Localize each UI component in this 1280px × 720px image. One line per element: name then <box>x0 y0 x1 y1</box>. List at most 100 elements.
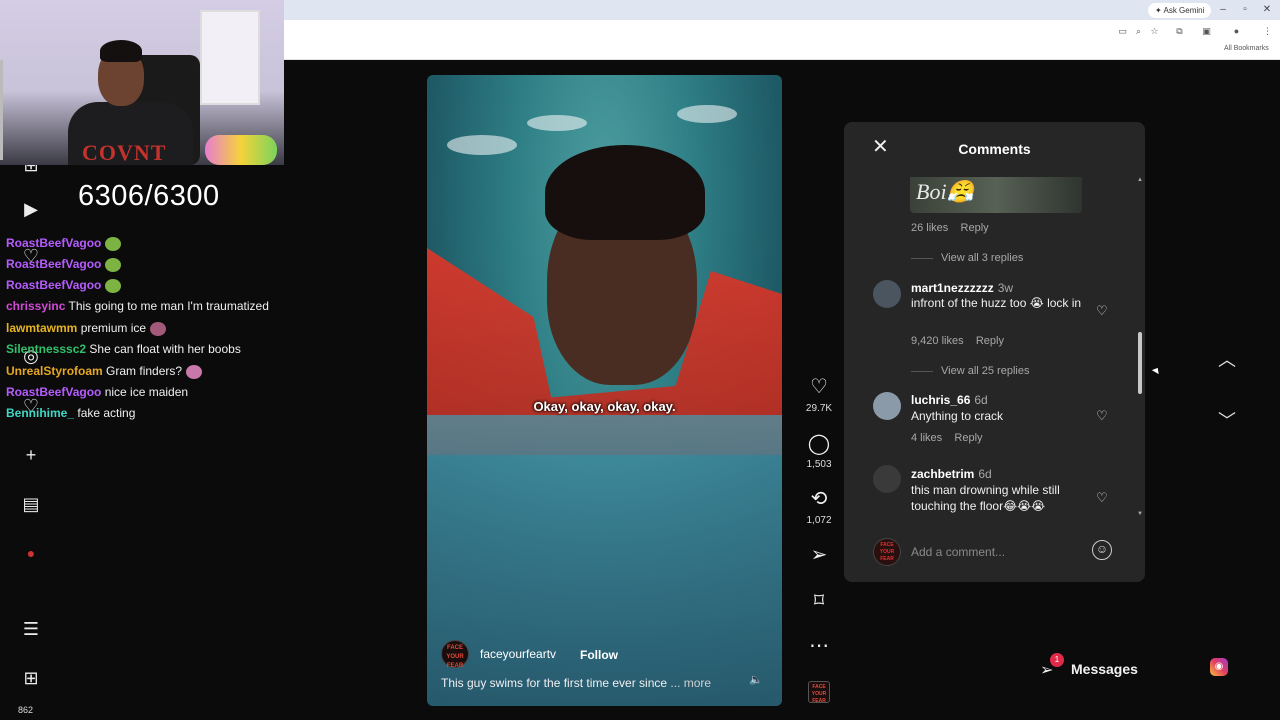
comment-time: 6d <box>974 393 988 407</box>
repost-icon[interactable]: ⟲ <box>806 486 832 512</box>
more-options-icon[interactable]: ⋯ <box>806 633 832 659</box>
kebab-menu-icon[interactable]: ⋮ <box>1262 26 1273 37</box>
zoom-icon[interactable]: ⌕ <box>1133 26 1144 37</box>
previous-reel-chevron-up-icon[interactable]: ︿ <box>1214 347 1240 373</box>
reel-video[interactable]: Okay, okay, okay, okay. FACE YOUR FEAR f… <box>427 75 782 706</box>
comment-like-icon[interactable]: ♡ <box>1096 303 1108 319</box>
chat-username[interactable]: Silentnesssc2 <box>6 342 86 356</box>
comment-meta: 9,420 likes Reply <box>911 335 1004 347</box>
create-icon[interactable]: + <box>20 444 42 466</box>
comment-likes: 4 likes <box>911 432 943 444</box>
comment-username[interactable]: mart1nezzzzzz 3w <box>911 281 1013 295</box>
follow-button[interactable]: Follow <box>580 648 618 662</box>
extensions-icon[interactable]: ⧉ <box>1174 26 1185 37</box>
tab-search-icon[interactable]: ▣ <box>1201 26 1212 37</box>
messages-button[interactable]: ➢ 1 Messages ◉ <box>1034 650 1240 688</box>
profile-avatar-icon[interactable]: ● <box>1231 26 1242 37</box>
minimize-icon[interactable]: – <box>1216 3 1230 17</box>
creator-avatar[interactable]: FACE YOUR FEAR <box>441 640 469 669</box>
comment-icon[interactable]: ◯ <box>806 431 832 457</box>
scroll-down-arrow-icon[interactable]: ▼ <box>1137 511 1143 517</box>
chat-username[interactable]: UnrealStyrofoam <box>6 364 103 378</box>
avatar[interactable] <box>873 465 901 493</box>
webcam-shelf <box>0 60 40 160</box>
comment-time: 6d <box>978 467 992 481</box>
scroll-up-arrow-icon[interactable]: ▲ <box>1137 177 1143 183</box>
more-link[interactable]: ... more <box>670 676 711 690</box>
chat-username[interactable]: RoastBeefVagoo <box>6 236 101 250</box>
avatar[interactable] <box>873 280 901 308</box>
webcam-pillow <box>205 135 277 165</box>
also-from-meta-icon[interactable]: ⊞ <box>20 667 42 689</box>
water-ripple <box>447 135 517 155</box>
webcam-shirt-print: COVNT <box>82 140 167 165</box>
repost-count: 1,072 <box>806 515 832 526</box>
comments-scrollbar[interactable] <box>1138 332 1142 394</box>
view-replies-label: View all 25 replies <box>941 365 1030 377</box>
reels-icon[interactable]: ▶ <box>20 198 42 220</box>
water-ripple <box>527 115 587 131</box>
chat-text: fake acting <box>77 406 136 420</box>
chat-text: She can float with her boobs <box>89 342 241 356</box>
reply-button[interactable]: Reply <box>976 335 1004 347</box>
comment-meta: 4 likes Reply <box>911 432 983 444</box>
reply-button[interactable]: Reply <box>954 432 982 444</box>
video-caption[interactable]: This guy swims for the first time ever s… <box>441 676 711 690</box>
comment-username[interactable]: zachbetrim 6d <box>911 467 992 481</box>
chat-username[interactable]: lawmtawmm <box>6 321 77 335</box>
goal-counter: 6306/6300 <box>78 180 220 212</box>
emoji-icon[interactable]: ☺ <box>1092 540 1112 560</box>
view-replies-label: View all 3 replies <box>941 252 1024 264</box>
save-icon[interactable]: ⌑ <box>806 588 832 614</box>
chat-message: chrissyinc This going to me man I'm trau… <box>6 297 269 315</box>
chat-username[interactable]: chrissyinc <box>6 299 65 313</box>
view-replies-button[interactable]: View all 3 replies <box>911 252 1023 264</box>
replies-divider <box>911 257 933 259</box>
screen-share-icon[interactable]: ▭ <box>1117 26 1128 37</box>
chat-message: Bennihime_ fake acting <box>6 404 135 422</box>
creator-username[interactable]: faceyourfeartv <box>480 647 556 661</box>
comment-text: Anything to crack <box>911 409 1004 423</box>
comment-likes: 26 likes <box>911 222 949 234</box>
next-reel-chevron-down-icon[interactable]: ﹀ <box>1214 408 1240 434</box>
chat-username[interactable]: RoastBeefVagoo <box>6 385 101 399</box>
instagram-icon[interactable]: ◉ <box>1210 658 1228 676</box>
comment-like-icon[interactable]: ♡ <box>1096 408 1108 424</box>
comment-like-icon[interactable]: ♡ <box>1096 490 1108 506</box>
view-replies-button[interactable]: View all 25 replies <box>911 365 1029 377</box>
chat-message: Silentnesssc2 She can float with her boo… <box>6 340 241 358</box>
volume-icon[interactable]: 🔈 <box>749 673 763 687</box>
reply-button[interactable]: Reply <box>961 222 989 234</box>
avatar[interactable] <box>873 392 901 420</box>
my-avatar: FACE YOUR FEAR <box>873 538 901 566</box>
chat-message: UnrealStyrofoam Gram finders? <box>6 362 203 380</box>
menu-icon[interactable]: ☰ <box>20 618 42 640</box>
caption-text: This guy swims for the first time ever s… <box>441 676 668 690</box>
follower-count: 862 <box>18 705 34 715</box>
ask-gemini-button[interactable]: ✦ Ask Gemini <box>1148 3 1212 18</box>
chat-username[interactable]: Bennihime_ <box>6 406 74 420</box>
dashboard-icon[interactable]: ▤ <box>20 493 42 515</box>
emote-icon <box>150 321 167 336</box>
emote-icon <box>105 278 122 293</box>
all-bookmarks-link[interactable]: All Bookmarks <box>1224 45 1269 52</box>
messages-label: Messages <box>1071 661 1138 677</box>
original-audio-icon[interactable]: FACE YOUR FEAR <box>808 681 830 704</box>
restore-icon[interactable]: ▫ <box>1238 3 1252 17</box>
profile-avatar[interactable]: ● <box>20 542 42 564</box>
like-icon[interactable]: ♡ <box>806 374 832 400</box>
comment-username-text: zachbetrim <box>911 467 975 481</box>
messages-badge: 1 <box>1050 653 1064 667</box>
star-icon[interactable]: ☆ <box>1149 26 1160 37</box>
close-window-icon[interactable]: ✕ <box>1260 3 1274 17</box>
add-comment-input[interactable] <box>911 541 1081 563</box>
video-subtitle: Okay, okay, okay, okay. <box>533 399 676 414</box>
emote-icon <box>105 257 122 272</box>
comment-image-attachment[interactable]: Boi😤 <box>910 177 1082 213</box>
comment-text: infront of the huzz too 😭 lock in <box>911 296 1082 310</box>
chat-text: Gram finders? <box>106 364 183 378</box>
chat-username[interactable]: RoastBeefVagoo <box>6 278 101 292</box>
share-icon[interactable]: ➢ <box>806 542 832 568</box>
comment-username[interactable]: luchris_66 6d <box>911 393 988 407</box>
chat-username[interactable]: RoastBeefVagoo <box>6 257 101 271</box>
